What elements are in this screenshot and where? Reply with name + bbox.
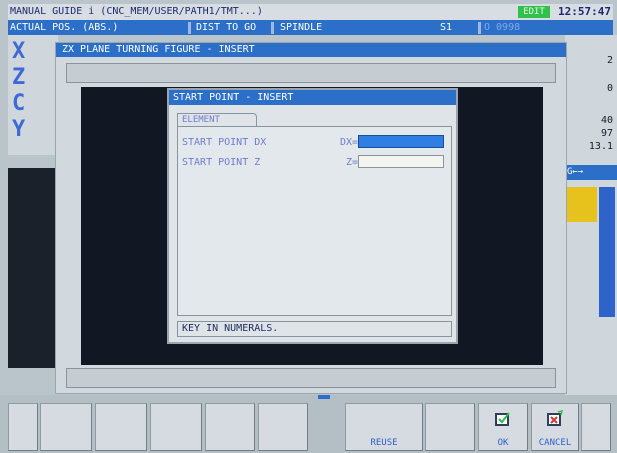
start-point-z-input[interactable] bbox=[358, 155, 444, 168]
start-point-dialog: START POINT - INSERT ELEMENT START POINT… bbox=[167, 88, 458, 344]
softkey-6[interactable] bbox=[258, 403, 308, 451]
program-number: O 0998 bbox=[484, 22, 521, 33]
cancel-softkey[interactable]: CANCEL bbox=[531, 403, 579, 451]
ok-icon bbox=[495, 412, 510, 426]
softkey-indicator bbox=[318, 395, 330, 399]
softkey-label: REUSE bbox=[370, 438, 398, 448]
start-point-z-label: START POINT Z bbox=[182, 157, 261, 168]
softkey-label: OK bbox=[497, 438, 509, 448]
axis-c-label: C bbox=[12, 91, 26, 116]
softkey-8[interactable] bbox=[425, 403, 475, 451]
axis-y-label: Y bbox=[12, 117, 26, 142]
tab-actual-position[interactable]: ACTUAL POS. (ABS.) bbox=[10, 20, 118, 35]
softkey-bar: REUSE OK CANCEL bbox=[0, 395, 617, 453]
cnc-screen: MANUAL GUIDE i (CNC_MEM/USER/PATH1/TMT..… bbox=[0, 0, 617, 453]
g-code-bar: G←→ bbox=[565, 165, 617, 180]
start-point-dx-label: START POINT DX bbox=[182, 137, 267, 148]
tab-separator bbox=[271, 22, 274, 34]
axis-x-label: X bbox=[12, 39, 26, 64]
tab-separator bbox=[478, 22, 481, 34]
clock: 12:57:47 bbox=[558, 5, 611, 18]
right-value: 2 bbox=[606, 55, 613, 66]
dialog-title: START POINT - INSERT bbox=[169, 90, 456, 105]
window-top-bar bbox=[66, 63, 556, 83]
window-bottom-bar bbox=[66, 368, 556, 388]
softkey-2[interactable] bbox=[40, 403, 92, 451]
softkey-11[interactable] bbox=[581, 403, 611, 451]
right-info-panel: 2 0 40 97 13.1 G←→ bbox=[565, 35, 617, 395]
z-eq-label: Z= bbox=[345, 157, 358, 168]
position-tabs-bar: ACTUAL POS. (ABS.) DIST TO GO SPINDLE S1… bbox=[8, 20, 613, 35]
axis-column: X Z C Y bbox=[8, 35, 58, 155]
dialog-tabs: ELEMENT bbox=[177, 113, 257, 127]
title-bar: MANUAL GUIDE i (CNC_MEM/USER/PATH1/TMT..… bbox=[8, 4, 613, 20]
right-value: 13.1 bbox=[588, 141, 613, 152]
ok-softkey[interactable]: OK bbox=[478, 403, 528, 451]
right-value: 0 bbox=[606, 83, 613, 94]
softkey-1[interactable] bbox=[8, 403, 38, 451]
softkey-label: CANCEL bbox=[538, 438, 572, 448]
window-title: ZX PLANE TURNING FIGURE - INSERT bbox=[56, 43, 566, 57]
app-title: MANUAL GUIDE i (CNC_MEM/USER/PATH1/TMT..… bbox=[10, 6, 263, 17]
mode-badge: EDIT bbox=[518, 6, 550, 18]
spindle-number: S1 bbox=[440, 22, 453, 33]
start-point-dx-input[interactable] bbox=[358, 135, 444, 148]
yellow-indicator bbox=[567, 187, 597, 222]
tab-dist-to-go[interactable]: DIST TO GO bbox=[196, 20, 256, 35]
softkey-5[interactable] bbox=[205, 403, 255, 451]
dx-eq-label: DX= bbox=[339, 137, 358, 148]
right-value: 97 bbox=[600, 128, 613, 139]
reuse-softkey[interactable]: REUSE bbox=[345, 403, 423, 451]
cancel-icon bbox=[547, 410, 564, 426]
tab-element[interactable]: ELEMENT bbox=[177, 113, 257, 127]
right-value: 40 bbox=[600, 115, 613, 126]
axis-z-label: Z bbox=[12, 65, 26, 90]
tab-separator bbox=[188, 22, 191, 34]
tab-spindle[interactable]: SPINDLE bbox=[280, 20, 322, 35]
blue-indicator bbox=[599, 187, 615, 317]
softkey-3[interactable] bbox=[95, 403, 147, 451]
dialog-content: START POINT DX DX= START POINT Z Z= bbox=[177, 126, 452, 316]
left-graphic-area bbox=[8, 168, 56, 368]
message-bar: KEY IN NUMERALS. bbox=[177, 321, 452, 337]
softkey-4[interactable] bbox=[150, 403, 202, 451]
